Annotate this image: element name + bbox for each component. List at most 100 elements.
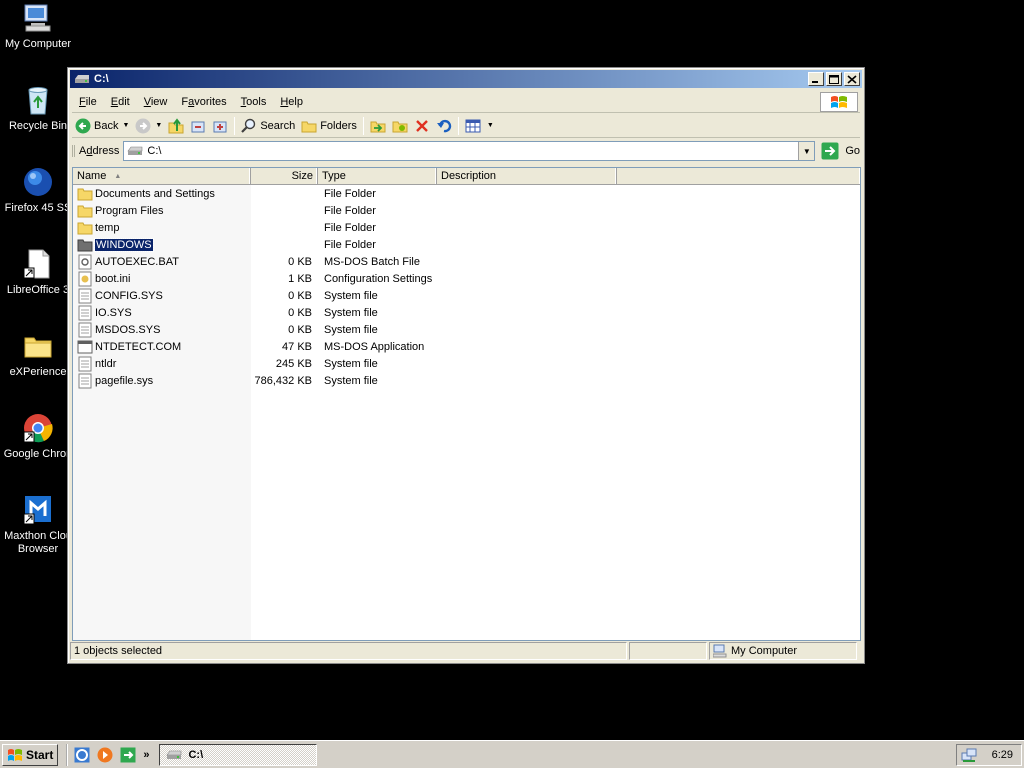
chevron-down-icon[interactable]: ▼ bbox=[155, 122, 162, 129]
desktop-icon-chrome[interactable]: Google Chron bbox=[0, 412, 76, 461]
file-name: pagefile.sys bbox=[95, 374, 154, 387]
desktop-icon-firefox[interactable]: Firefox 45 SS bbox=[0, 166, 76, 215]
views-button[interactable]: ▼ bbox=[462, 115, 497, 137]
file-row[interactable]: CONFIG.SYS 0 KB System file bbox=[73, 287, 860, 304]
internet-explorer-icon[interactable] bbox=[74, 747, 90, 763]
file-name-cell[interactable]: WINDOWS bbox=[73, 237, 251, 253]
copy-to-button[interactable] bbox=[209, 115, 231, 137]
chevron-down-icon: ▼ bbox=[486, 122, 494, 129]
address-dropdown-button[interactable]: ▼ bbox=[798, 142, 815, 160]
file-name-cell[interactable]: Documents and Settings bbox=[73, 186, 251, 202]
toolbar-separator bbox=[234, 116, 236, 135]
file-name: temp bbox=[95, 221, 120, 234]
file-name: NTDETECT.COM bbox=[95, 340, 182, 353]
copy-folder-button[interactable] bbox=[389, 115, 411, 137]
file-size: 0 KB bbox=[288, 306, 312, 319]
file-row[interactable]: IO.SYS 0 KB System file bbox=[73, 304, 860, 321]
file-row[interactable]: Documents and Settings File Folder bbox=[73, 185, 860, 202]
menu-tools[interactable]: Tools bbox=[234, 94, 274, 110]
file-name-cell[interactable]: Program Files bbox=[73, 203, 251, 219]
column-header-type[interactable]: Type bbox=[318, 168, 437, 184]
move-folder-button[interactable] bbox=[367, 115, 389, 137]
file-name-cell[interactable]: ntldr bbox=[73, 356, 251, 372]
file-size: 0 KB bbox=[288, 323, 312, 336]
show-desktop-icon[interactable] bbox=[120, 747, 136, 763]
search-label: Search bbox=[260, 119, 296, 132]
file-type: MS-DOS Application bbox=[324, 340, 425, 353]
folder-icon bbox=[77, 186, 93, 202]
clock[interactable]: 6:29 bbox=[992, 749, 1013, 761]
taskbar-window-button[interactable]: C:\ bbox=[159, 743, 318, 766]
menu-file[interactable]: File bbox=[72, 94, 104, 110]
views-icon bbox=[465, 119, 481, 132]
menu-help[interactable]: Help bbox=[273, 94, 310, 110]
file-row[interactable]: WINDOWS File Folder bbox=[73, 236, 860, 253]
taskbar: Start » C:\ 6:29 bbox=[0, 740, 1024, 768]
undo-button[interactable] bbox=[433, 115, 455, 137]
menu-edit[interactable]: Edit bbox=[104, 94, 137, 110]
file-name-cell[interactable]: CONFIG.SYS bbox=[73, 288, 251, 304]
desktop-icon-maxthon[interactable]: Maxthon Clou Browser bbox=[0, 494, 76, 556]
file-row[interactable]: AUTOEXEC.BAT 0 KB MS-DOS Batch File bbox=[73, 253, 860, 270]
file-name-cell[interactable]: pagefile.sys bbox=[73, 373, 251, 389]
chevron-right-icon[interactable]: » bbox=[143, 749, 149, 761]
chevron-down-icon[interactable]: ▼ bbox=[122, 122, 129, 129]
minimize-button[interactable] bbox=[808, 72, 824, 86]
media-player-icon[interactable] bbox=[97, 747, 113, 763]
file-name-cell[interactable]: temp bbox=[73, 220, 251, 236]
dos-app-icon bbox=[77, 339, 93, 355]
back-button[interactable]: Back ▼ bbox=[72, 115, 132, 137]
menu-favorites[interactable]: Favorites bbox=[174, 94, 233, 110]
file-row[interactable]: MSDOS.SYS 0 KB System file bbox=[73, 321, 860, 338]
file-name-cell[interactable]: IO.SYS bbox=[73, 305, 251, 321]
address-input[interactable]: C:\ ▼ bbox=[123, 141, 816, 161]
column-header-name[interactable]: Name ▲ bbox=[73, 168, 251, 184]
file-name: Documents and Settings bbox=[95, 187, 215, 200]
column-header-size[interactable]: Size bbox=[251, 168, 318, 184]
file-list[interactable]: Name ▲ Size Type Description Documents an… bbox=[72, 167, 861, 641]
desktop-icon-label: Google Chron bbox=[3, 448, 73, 460]
forward-button[interactable]: ▼ bbox=[132, 115, 165, 137]
column-header-description[interactable]: Description bbox=[437, 168, 617, 184]
close-button[interactable] bbox=[844, 72, 860, 86]
start-button[interactable]: Start bbox=[2, 743, 59, 766]
desktop-icon-libreoffice[interactable]: LibreOffice 3 bbox=[0, 248, 76, 297]
forward-arrow-icon bbox=[135, 118, 151, 133]
file-row[interactable]: boot.ini 1 KB Configuration Settings bbox=[73, 270, 860, 287]
file-rows: Documents and Settings File Folder Program… bbox=[73, 185, 860, 389]
folders-icon bbox=[301, 121, 317, 132]
file-name-cell[interactable]: NTDETECT.COM bbox=[73, 339, 251, 355]
file-name-cell[interactable]: AUTOEXEC.BAT bbox=[73, 254, 251, 270]
desktop-icon-experience[interactable]: eXPerience bbox=[0, 330, 76, 379]
go-button[interactable]: Go bbox=[821, 142, 860, 160]
desktop-icon-label: eXPerience bbox=[9, 366, 67, 378]
maximize-button[interactable] bbox=[826, 72, 842, 86]
up-folder-button[interactable] bbox=[165, 115, 187, 137]
file-name-cell[interactable]: boot.ini bbox=[73, 271, 251, 287]
file-name-cell[interactable]: MSDOS.SYS bbox=[73, 322, 251, 338]
desktop-icon-my-computer[interactable]: My Computer bbox=[0, 2, 76, 51]
file-row[interactable]: NTDETECT.COM 47 KB MS-DOS Application bbox=[73, 338, 860, 355]
desktop-icon-label: LibreOffice 3 bbox=[6, 284, 70, 296]
file-type: Configuration Settings bbox=[324, 272, 433, 285]
file-name: CONFIG.SYS bbox=[95, 289, 163, 302]
file-row[interactable]: pagefile.sys 786,432 KB System file bbox=[73, 372, 860, 389]
move-to-button[interactable] bbox=[187, 115, 209, 137]
search-button[interactable]: Search bbox=[238, 115, 298, 137]
delete-icon bbox=[416, 119, 428, 132]
file-row[interactable]: ntldr 245 KB System file bbox=[73, 355, 860, 372]
desktop-icon-label: Maxthon Clou bbox=[4, 530, 72, 542]
address-bar: Address C:\ ▼ Go bbox=[72, 139, 860, 163]
desktop-icon-recycle-bin[interactable]: Recycle Bin bbox=[0, 84, 76, 133]
network-icon[interactable] bbox=[961, 747, 977, 763]
up-folder-icon bbox=[168, 117, 184, 133]
folders-button[interactable]: Folders bbox=[298, 115, 360, 137]
desktop-icon-label: Firefox 45 SS bbox=[4, 202, 72, 214]
file-row[interactable]: temp File Folder bbox=[73, 219, 860, 236]
my-computer-icon bbox=[713, 644, 727, 658]
file-row[interactable]: Program Files File Folder bbox=[73, 202, 860, 219]
undo-icon bbox=[436, 119, 452, 132]
title-bar[interactable]: C:\ bbox=[70, 70, 862, 88]
delete-button[interactable] bbox=[411, 115, 433, 137]
menu-view[interactable]: View bbox=[137, 94, 175, 110]
